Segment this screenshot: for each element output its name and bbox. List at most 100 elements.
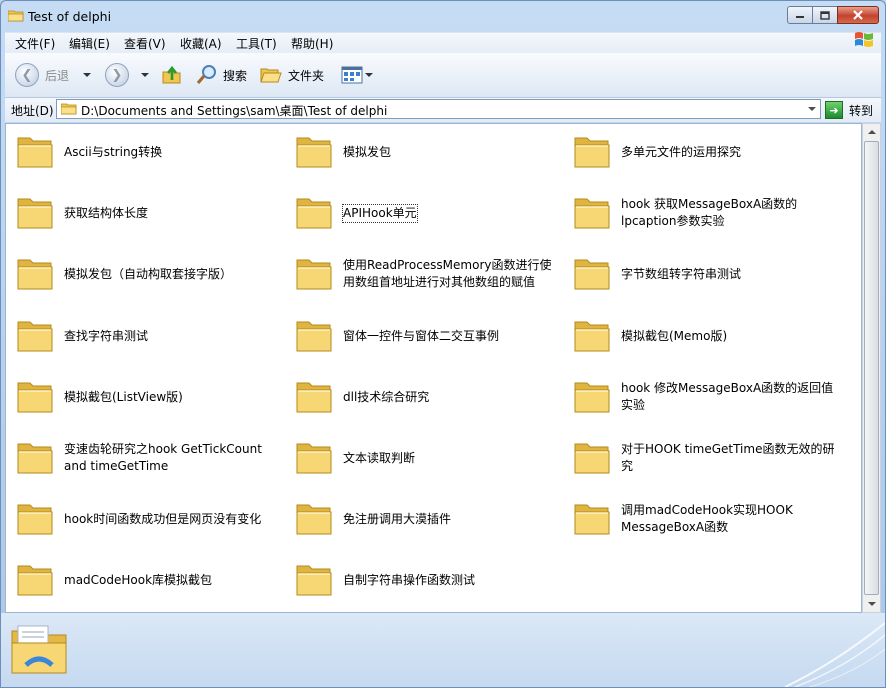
chevron-down-icon bbox=[808, 107, 816, 111]
folder-icon bbox=[296, 137, 332, 168]
folder-name: 模拟截包(ListView版) bbox=[64, 389, 183, 404]
folder-label: 自制字符串操作函数测试 bbox=[343, 562, 563, 598]
folder-item[interactable]: 查找字符串测试 bbox=[16, 318, 286, 368]
address-bar: 地址(D) D:\Documents and Settings\sam\桌面\T… bbox=[5, 98, 881, 122]
scroll-down-button[interactable] bbox=[863, 596, 880, 612]
scroll-up-icon bbox=[867, 130, 876, 134]
menu-file[interactable]: 文件(F) bbox=[15, 35, 55, 52]
folder-label: 模拟发包（自动构取套接字版） bbox=[64, 256, 284, 292]
details-pane bbox=[1, 613, 885, 687]
toolbar: ❮ 后退 ❯ 搜索 文件夹 bbox=[5, 53, 881, 98]
maximize-button[interactable] bbox=[812, 6, 838, 24]
close-icon bbox=[853, 10, 863, 20]
views-icon bbox=[341, 66, 363, 84]
menu-view[interactable]: 查看(V) bbox=[124, 35, 166, 52]
go-label: 转到 bbox=[849, 103, 874, 118]
folder-item[interactable]: 免注册调用大漠插件 bbox=[295, 501, 565, 551]
go-button[interactable]: ➜ 转到 bbox=[825, 100, 873, 120]
folder-item[interactable]: 自制字符串操作函数测试 bbox=[295, 562, 565, 612]
menu-help[interactable]: 帮助(H) bbox=[291, 35, 333, 52]
folders-button[interactable]: 文件夹 bbox=[260, 62, 324, 88]
folder-icon bbox=[296, 259, 332, 290]
folder-label: 文本读取判断 bbox=[343, 440, 563, 476]
folder-label: 窗体一控件与窗体二交互事例 bbox=[343, 318, 563, 354]
forward-arrow-icon: ❯ bbox=[105, 63, 129, 87]
views-dropdown-icon bbox=[365, 73, 373, 77]
folder-label: dll技术综合研究 bbox=[343, 379, 563, 415]
title-bar[interactable]: Test of delphi bbox=[1, 1, 885, 32]
folder-item[interactable]: 模拟截包(ListView版) bbox=[16, 379, 286, 429]
folder-icon bbox=[296, 565, 332, 596]
folder-item[interactable]: 模拟发包 bbox=[295, 134, 565, 184]
folder-item[interactable]: 多单元文件的运用探究 bbox=[573, 134, 843, 184]
menu-tools[interactable]: 工具(T) bbox=[236, 35, 277, 52]
scroll-thumb[interactable] bbox=[864, 141, 879, 595]
folder-item[interactable]: 变速齿轮研究之hook GetTickCount and timeGetTime bbox=[16, 440, 286, 490]
address-input[interactable]: D:\Documents and Settings\sam\桌面\Test of… bbox=[56, 99, 821, 119]
menu-favorites[interactable]: 收藏(A) bbox=[180, 35, 222, 52]
folder-item[interactable]: dll技术综合研究 bbox=[295, 379, 565, 429]
folder-icon bbox=[17, 198, 53, 229]
folder-label: 模拟截包(Memo版) bbox=[621, 318, 841, 354]
go-arrow-icon: ➜ bbox=[825, 101, 843, 119]
folder-icon bbox=[574, 321, 610, 352]
folder-name: 变速齿轮研究之hook GetTickCount and timeGetTime bbox=[64, 442, 262, 473]
folder-name: 获取结构体长度 bbox=[64, 205, 149, 220]
folder-name: madCodeHook库模拟截包 bbox=[64, 572, 213, 587]
scroll-up-button[interactable] bbox=[863, 124, 880, 140]
folder-name: dll技术综合研究 bbox=[343, 389, 430, 404]
folder-item[interactable]: 窗体一控件与窗体二交互事例 bbox=[295, 318, 565, 368]
folder-item[interactable]: madCodeHook库模拟截包 bbox=[16, 562, 286, 612]
folder-item[interactable]: 获取结构体长度 bbox=[16, 195, 286, 245]
background-swoosh bbox=[784, 622, 885, 687]
folder-label: 免注册调用大漠插件 bbox=[343, 501, 563, 537]
views-button[interactable] bbox=[341, 62, 373, 88]
folder-label: 模拟截包(ListView版) bbox=[64, 379, 284, 415]
up-folder-icon bbox=[162, 65, 181, 84]
folder-item[interactable]: 模拟发包（自动构取套接字版） bbox=[16, 256, 286, 306]
folder-label: 多单元文件的运用探究 bbox=[621, 134, 841, 170]
folder-icon bbox=[17, 382, 53, 413]
folder-label: 调用madCodeHook实现HOOK MessageBoxA函数 bbox=[621, 501, 841, 537]
folder-name: 窗体一控件与窗体二交互事例 bbox=[343, 328, 500, 343]
minimize-button[interactable] bbox=[787, 6, 813, 24]
folders-icon bbox=[260, 68, 282, 83]
back-button[interactable]: ❮ 后退 bbox=[15, 62, 92, 88]
folder-item[interactable]: 对于HOOK timeGetTime函数无效的研究 bbox=[573, 440, 843, 490]
folder-item[interactable]: APIHook单元 bbox=[295, 195, 565, 245]
minimize-icon bbox=[796, 16, 804, 18]
folder-label: 对于HOOK timeGetTime函数无效的研究 bbox=[621, 440, 841, 476]
folder-icon bbox=[296, 443, 332, 474]
folder-item[interactable]: 调用madCodeHook实现HOOK MessageBoxA函数 bbox=[573, 501, 843, 551]
back-dropdown-icon bbox=[83, 73, 92, 77]
window-controls bbox=[787, 6, 879, 24]
folder-view[interactable]: Ascii与string转换 模拟发包 多单元文件的运用探究获取结构体长度 APIHo… bbox=[5, 123, 862, 613]
up-folder-button[interactable] bbox=[161, 62, 183, 88]
scroll-down-icon bbox=[867, 602, 876, 606]
vertical-scrollbar[interactable] bbox=[862, 123, 881, 613]
folder-item[interactable]: hook 修改MessageBoxA函数的返回值实验 bbox=[573, 379, 843, 429]
folder-item[interactable]: 字节数组转字符串测试 bbox=[573, 256, 843, 306]
folder-name: 自制字符串操作函数测试 bbox=[343, 572, 476, 587]
folder-item[interactable]: 模拟截包(Memo版) bbox=[573, 318, 843, 368]
folder-icon bbox=[574, 137, 610, 168]
folder-label: 变速齿轮研究之hook GetTickCount and timeGetTime bbox=[64, 440, 284, 476]
folder-name: 字节数组转字符串测试 bbox=[621, 266, 742, 281]
folder-item[interactable]: hook 获取MessageBoxA函数的lpcaption参数实验 bbox=[573, 195, 843, 245]
address-dropdown-button[interactable] bbox=[804, 100, 820, 118]
folder-item[interactable]: 使用ReadProcessMemory函数进行使用数组首地址进行对其他数组的赋值 bbox=[295, 256, 565, 306]
explorer-window: Test of delphi 文件(F) 编辑(E) 查看(V) 收藏(A) 工… bbox=[0, 0, 886, 688]
folder-name: 对于HOOK timeGetTime函数无效的研究 bbox=[621, 442, 835, 473]
folder-item[interactable]: hook时间函数成功但是网页没有变化 bbox=[16, 501, 286, 551]
folder-item[interactable]: 文本读取判断 bbox=[295, 440, 565, 490]
folder-item[interactable]: Ascii与string转换 bbox=[16, 134, 286, 184]
search-icon bbox=[196, 65, 216, 85]
folder-icon bbox=[17, 137, 53, 168]
forward-button[interactable]: ❯ bbox=[105, 62, 149, 88]
folder-label: hook时间函数成功但是网页没有变化 bbox=[64, 501, 284, 537]
menu-edit[interactable]: 编辑(E) bbox=[69, 35, 110, 52]
search-button[interactable]: 搜索 bbox=[195, 62, 247, 88]
folder-label: 使用ReadProcessMemory函数进行使用数组首地址进行对其他数组的赋值 bbox=[343, 256, 563, 292]
close-button[interactable] bbox=[837, 6, 879, 24]
folder-icon bbox=[574, 443, 610, 474]
